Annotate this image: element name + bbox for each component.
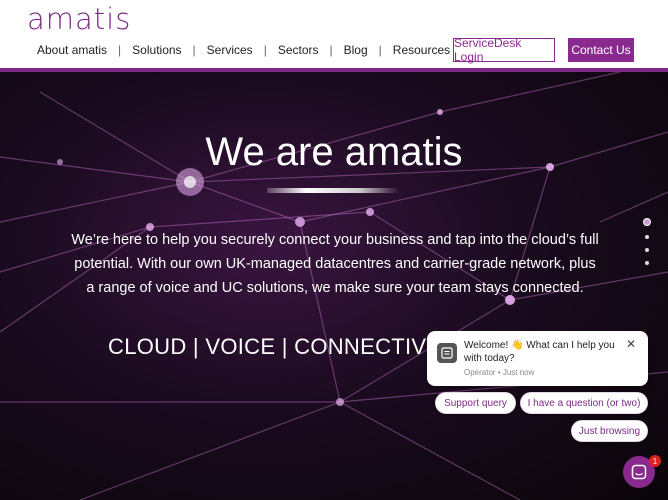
chat-message-text: Welcome! 👋 What can I help you with toda… — [464, 340, 615, 364]
nav-resources[interactable]: Resources — [386, 43, 457, 57]
servicedesk-login-button[interactable]: ServiceDesk Login — [453, 36, 555, 64]
nav-sectors[interactable]: Sectors — [271, 43, 326, 57]
chat-icon — [631, 464, 647, 480]
hero-banner: We are amatis We’re here to help you sec… — [0, 72, 668, 500]
site-header: amatis About amatis | Solutions | Servic… — [0, 0, 668, 68]
hero-title: We are amatis — [205, 130, 463, 174]
hero-description: We’re here to help you securely connect … — [71, 232, 599, 296]
nav-solutions[interactable]: Solutions — [125, 43, 188, 57]
chat-message-meta: Operator • Just now — [464, 368, 535, 377]
quick-reply-just-browsing[interactable]: Just browsing — [571, 420, 648, 442]
nav-separator: | — [118, 43, 122, 57]
contact-us-button[interactable]: Contact Us — [568, 38, 634, 62]
nav-separator: | — [329, 43, 333, 57]
slider-pagination — [643, 218, 651, 274]
quick-reply-question[interactable]: I have a question (or two) — [520, 392, 648, 414]
amatis-logo[interactable]: amatis — [27, 2, 131, 36]
unread-count-badge: 1 — [649, 455, 661, 467]
main-nav: About amatis | Solutions | Services | Se… — [30, 43, 457, 57]
hero-tagline: CLOUD | VOICE | CONNECTIVITY — [108, 334, 462, 359]
chat-welcome-message: Welcome! 👋 What can I help you with toda… — [427, 331, 648, 386]
nav-separator: | — [192, 43, 196, 57]
title-underline-divider — [267, 188, 399, 193]
slide-dot[interactable] — [645, 235, 649, 239]
nav-services[interactable]: Services — [200, 43, 260, 57]
slide-dot[interactable] — [645, 261, 649, 265]
close-icon[interactable]: ✕ — [626, 337, 636, 351]
nav-blog[interactable]: Blog — [337, 43, 375, 57]
nav-about[interactable]: About amatis — [30, 43, 114, 57]
nav-separator: | — [378, 43, 382, 57]
nav-separator: | — [263, 43, 267, 57]
quick-reply-support-query[interactable]: Support query — [435, 392, 516, 414]
operator-avatar-icon — [437, 343, 457, 363]
slide-dot[interactable] — [643, 218, 651, 226]
slide-dot[interactable] — [645, 248, 649, 252]
